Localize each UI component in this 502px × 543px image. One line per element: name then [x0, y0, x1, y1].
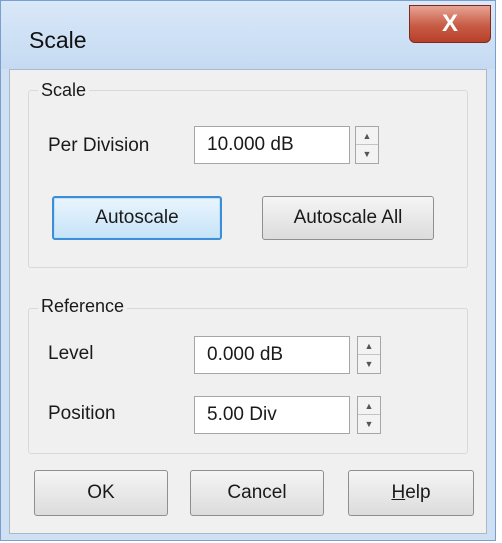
level-input[interactable]: 0.000 dB [194, 336, 350, 374]
level-spinner[interactable]: ▲ ▼ [357, 336, 381, 374]
spin-down-icon[interactable]: ▼ [358, 415, 380, 433]
scale-group [28, 90, 468, 268]
level-label: Level [48, 343, 94, 364]
spin-up-icon[interactable]: ▲ [356, 127, 378, 145]
dialog-title: Scale [29, 27, 87, 53]
reference-group-label: Reference [38, 296, 128, 317]
position-label: Position [48, 403, 116, 424]
scale-dialog: Scale X Scale Per Division 10.000 dB ▲ ▼… [0, 0, 496, 541]
close-button[interactable]: X [409, 5, 491, 43]
spin-down-icon[interactable]: ▼ [356, 145, 378, 163]
per-division-label: Per Division [48, 135, 150, 156]
dialog-body: Scale Per Division 10.000 dB ▲ ▼ Autosca… [9, 69, 487, 534]
help-label-rest: elp [405, 482, 431, 503]
spin-down-icon[interactable]: ▼ [358, 355, 380, 373]
spin-up-icon[interactable]: ▲ [358, 397, 380, 415]
position-spinner[interactable]: ▲ ▼ [357, 396, 381, 434]
position-input[interactable]: 5.00 Div [194, 396, 350, 434]
help-button[interactable]: Help [348, 470, 474, 516]
title-bar[interactable]: Scale X [1, 1, 495, 69]
autoscale-all-button[interactable]: Autoscale All [262, 196, 434, 240]
per-division-spinner[interactable]: ▲ ▼ [355, 126, 379, 164]
spin-up-icon[interactable]: ▲ [358, 337, 380, 355]
help-mnemonic: H [391, 482, 406, 503]
per-division-input[interactable]: 10.000 dB [194, 126, 350, 164]
cancel-button[interactable]: Cancel [190, 470, 324, 516]
close-icon: X [441, 10, 458, 37]
ok-button[interactable]: OK [34, 470, 168, 516]
scale-group-label: Scale [38, 80, 90, 101]
autoscale-button[interactable]: Autoscale [52, 196, 222, 240]
